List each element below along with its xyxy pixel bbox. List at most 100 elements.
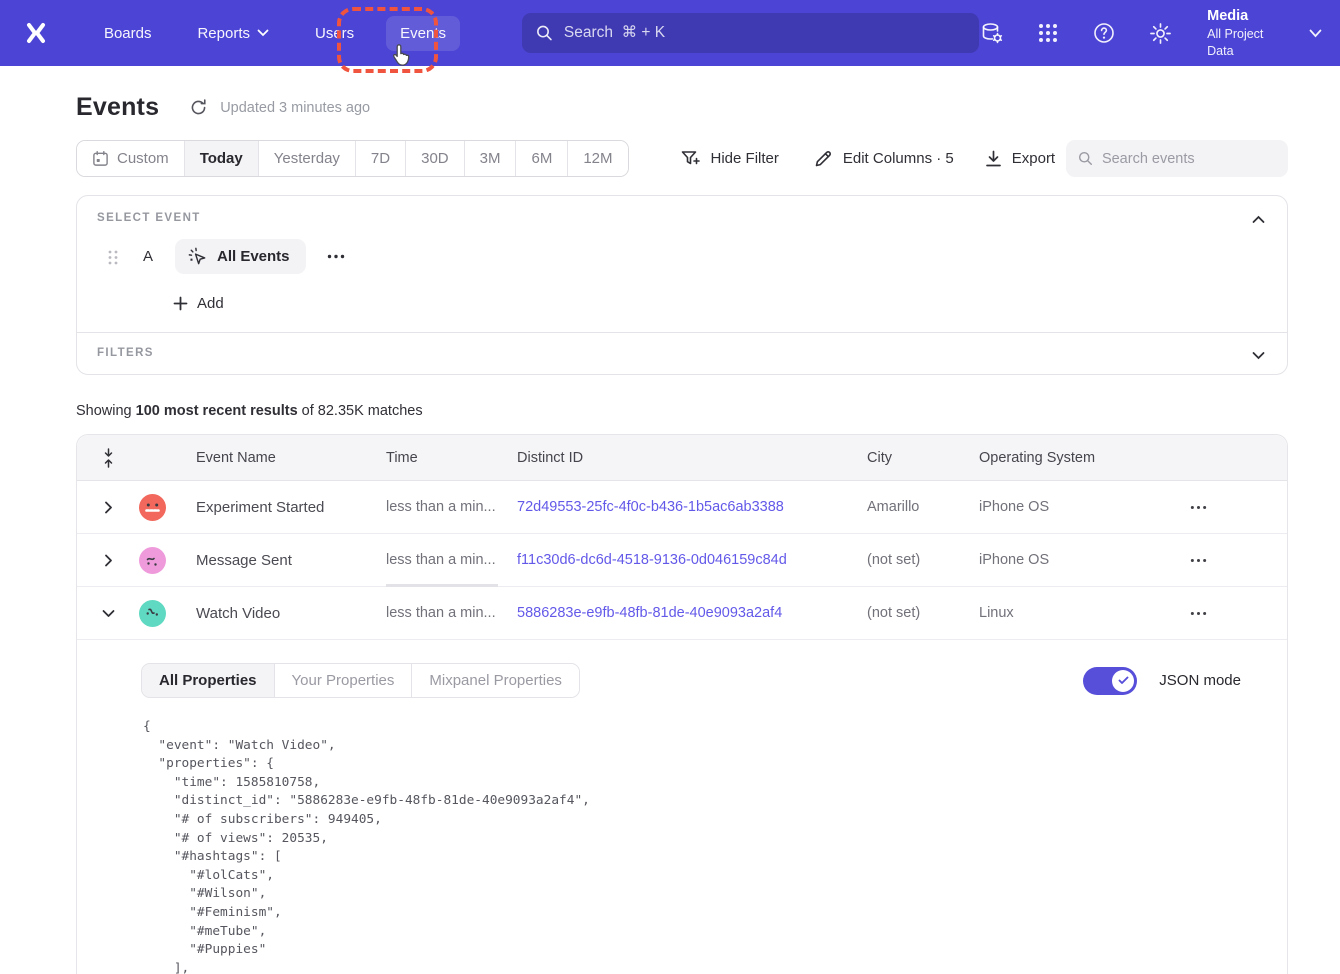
- project-switcher[interactable]: Media All Project Data: [1207, 7, 1322, 60]
- date-range-7d[interactable]: 7D: [356, 141, 406, 176]
- ellipsis-icon: [1190, 505, 1207, 510]
- mixpanel-logo-icon[interactable]: [16, 13, 56, 53]
- table-row[interactable]: Message Sent less than a min... f11c30d6…: [77, 534, 1287, 587]
- collapse-row-button[interactable]: [97, 602, 119, 624]
- filters-label: FILTERS: [97, 347, 1267, 359]
- page-title: Events: [76, 93, 159, 122]
- project-name: Media: [1207, 7, 1293, 26]
- query-builder-panel: SELECT EVENT A: [76, 195, 1288, 375]
- date-range-today[interactable]: Today: [185, 141, 259, 176]
- export-button[interactable]: Export: [984, 149, 1055, 168]
- date-range-30d[interactable]: 30D: [406, 141, 465, 176]
- add-event-button[interactable]: Add: [173, 295, 224, 312]
- drag-handle-icon[interactable]: [107, 249, 119, 265]
- plus-icon: [173, 296, 188, 311]
- chevron-down-icon: [257, 29, 269, 37]
- event-name: Message Sent: [196, 552, 386, 569]
- date-range-custom[interactable]: Custom: [77, 141, 185, 176]
- check-icon: [1118, 676, 1129, 685]
- tab-all-properties[interactable]: All Properties: [142, 664, 275, 697]
- event-selector-chip[interactable]: All Events: [175, 239, 306, 274]
- collapse-section-button[interactable]: [1247, 208, 1269, 230]
- search-events-field[interactable]: [1066, 140, 1288, 177]
- page-header: Events Updated 3 minutes ago: [76, 93, 1288, 122]
- column-header-event-name[interactable]: Event Name: [196, 450, 386, 466]
- chevron-up-icon: [1252, 215, 1265, 224]
- nav-utilities: Media All Project Data: [979, 7, 1322, 60]
- tab-your-properties[interactable]: Your Properties: [275, 664, 413, 697]
- nav-item-boards[interactable]: Boards: [90, 16, 166, 51]
- global-search-input[interactable]: [564, 24, 966, 42]
- tab-mixpanel-properties[interactable]: Mixpanel Properties: [412, 664, 579, 697]
- date-range-selector: Custom Today Yesterday 7D 30D 3M 6M 12M: [76, 140, 629, 177]
- events-page: Boards Reports Users Events: [0, 0, 1340, 974]
- json-mode-toggle[interactable]: [1083, 667, 1137, 695]
- expand-collapse-all-icon: [101, 448, 116, 468]
- event-row-more-button[interactable]: [324, 245, 348, 269]
- table-header-row: Event Name Time Distinct ID City Operati…: [77, 435, 1287, 481]
- date-range-12m[interactable]: 12M: [568, 141, 627, 176]
- row-actions-button[interactable]: [1186, 601, 1210, 625]
- table-row[interactable]: Experiment Started less than a min... 72…: [77, 481, 1287, 534]
- properties-tabs: All Properties Your Properties Mixpanel …: [141, 663, 580, 698]
- event-avatar: [139, 600, 166, 627]
- event-city: (not set): [867, 605, 979, 621]
- project-scope: All Project Data: [1207, 26, 1293, 60]
- toolbar: Custom Today Yesterday 7D 30D 3M 6M 12M …: [76, 140, 1288, 177]
- ellipsis-icon: [1190, 611, 1207, 616]
- date-range-yesterday[interactable]: Yesterday: [259, 141, 356, 176]
- top-navigation: Boards Reports Users Events: [0, 0, 1340, 66]
- json-mode-label: JSON mode: [1159, 672, 1241, 689]
- distinct-id-link[interactable]: f11c30d6-dc6d-4518-9136-0d046159c84d: [517, 552, 867, 568]
- calendar-icon: [92, 150, 109, 167]
- date-range-6m[interactable]: 6M: [516, 141, 568, 176]
- event-time: less than a min...: [386, 552, 517, 568]
- pencil-icon: [813, 148, 834, 169]
- collapse-all-rows-button[interactable]: [77, 448, 139, 468]
- nav-item-users[interactable]: Users: [301, 16, 368, 51]
- help-icon[interactable]: [1091, 20, 1117, 46]
- edit-columns-button[interactable]: Edit Columns · 5: [813, 148, 954, 169]
- table-row-expanded[interactable]: Watch Video less than a min... 5886283e-…: [77, 587, 1287, 640]
- event-city: Amarillo: [867, 499, 979, 515]
- search-events-input[interactable]: [1102, 151, 1276, 167]
- nav-item-reports[interactable]: Reports: [183, 16, 283, 51]
- column-header-distinct-id[interactable]: Distinct ID: [517, 450, 867, 466]
- data-management-icon[interactable]: [979, 20, 1005, 46]
- event-detail-panel: All Properties Your Properties Mixpanel …: [77, 640, 1287, 974]
- row-actions-button[interactable]: [1186, 495, 1210, 519]
- row-actions-button[interactable]: [1186, 548, 1210, 572]
- all-events-icon: [187, 246, 208, 267]
- expand-filters-button[interactable]: [1247, 344, 1269, 366]
- nav-item-events[interactable]: Events: [386, 16, 460, 51]
- event-query-row: A All Events: [97, 239, 1267, 274]
- refresh-button[interactable]: [189, 98, 209, 118]
- global-search[interactable]: [522, 13, 979, 53]
- event-os: iPhone OS: [979, 552, 1186, 568]
- results-count: 100 most recent results: [136, 403, 298, 419]
- expand-row-button[interactable]: [97, 496, 119, 518]
- hide-filter-button[interactable]: Hide Filter: [680, 149, 779, 169]
- chevron-down-icon: [102, 609, 115, 618]
- chevron-right-icon: [104, 501, 113, 514]
- settings-gear-icon[interactable]: [1147, 20, 1173, 46]
- event-chip-label: All Events: [217, 248, 290, 265]
- event-time: less than a min...: [386, 499, 517, 515]
- ellipsis-icon: [1190, 558, 1207, 563]
- last-updated-text: Updated 3 minutes ago: [220, 100, 370, 116]
- expand-row-button[interactable]: [97, 549, 119, 571]
- filter-funnel-icon: [680, 149, 702, 169]
- column-header-city[interactable]: City: [867, 450, 979, 466]
- download-icon: [984, 149, 1003, 168]
- event-row-letter: A: [143, 248, 157, 265]
- search-icon: [1078, 150, 1093, 167]
- column-header-time[interactable]: Time: [386, 450, 517, 466]
- apps-grid-icon[interactable]: [1035, 20, 1061, 46]
- select-event-section: SELECT EVENT A: [77, 196, 1287, 332]
- distinct-id-link[interactable]: 72d49553-25fc-4f0c-b436-1b5ac6ab3388: [517, 499, 867, 515]
- date-range-3m[interactable]: 3M: [465, 141, 517, 176]
- column-header-os[interactable]: Operating System: [979, 450, 1186, 466]
- events-table: Event Name Time Distinct ID City Operati…: [76, 434, 1288, 974]
- distinct-id-link[interactable]: 5886283e-e9fb-48fb-81de-40e9093a2af4: [517, 605, 867, 621]
- event-json-viewer[interactable]: { "event": "Watch Video", "properties": …: [143, 718, 1263, 974]
